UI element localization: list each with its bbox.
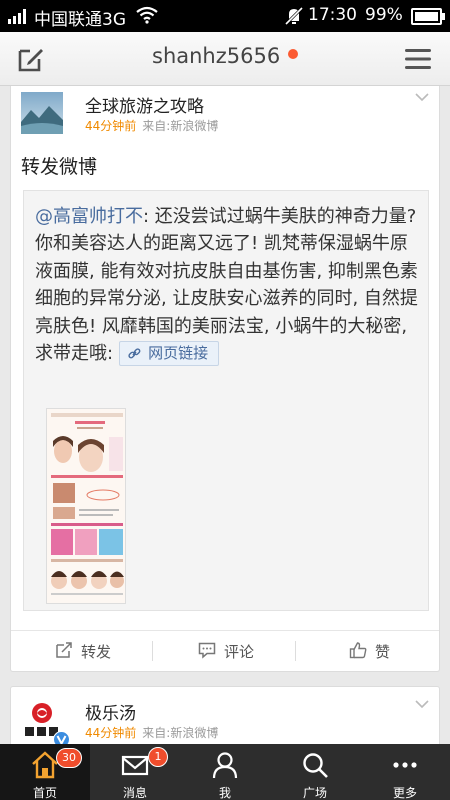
battery-icon	[411, 8, 445, 25]
comment-label: 评论	[224, 643, 255, 661]
repost-label: 转发	[81, 643, 112, 661]
author-name[interactable]: 全球旅游之攻略	[85, 92, 204, 117]
post-actions: 转发 评论 赞	[11, 630, 439, 671]
like-label: 赞	[375, 643, 391, 661]
post-meta: 44分钟前 来自:新浪微博	[85, 724, 218, 741]
account-switcher[interactable]: shanhz5656	[152, 44, 299, 68]
verified-badge-icon	[53, 731, 70, 744]
post-time: 44分钟前	[85, 726, 137, 740]
timeline-feed[interactable]: 全球旅游之攻略 44分钟前 来自:新浪微博 转发微博 @高富帅打不: 还没尝试过蜗…	[0, 86, 450, 744]
tab-messages[interactable]: 1 消息	[90, 744, 180, 800]
messages-badge: 1	[148, 747, 168, 767]
battery-fill	[415, 12, 438, 21]
thumbs-up-icon	[349, 642, 367, 659]
tab-home[interactable]: 30 首页	[0, 744, 90, 800]
tab-square-label: 广场	[302, 786, 327, 800]
post-source: 来自:新浪微博	[142, 726, 219, 740]
battery-percent: 99%	[365, 5, 403, 25]
username-title: shanhz5656	[152, 44, 281, 68]
mention-link[interactable]: @高富帅打不	[35, 206, 143, 227]
unread-dot	[288, 49, 299, 59]
post-text: 转发微博	[21, 156, 98, 178]
mute-icon	[284, 6, 304, 26]
weibo-card[interactable]: 全球旅游之攻略 44分钟前 来自:新浪微博 转发微博 @高富帅打不: 还没尝试过蜗…	[10, 86, 440, 672]
avatar[interactable]	[21, 92, 63, 134]
repost-button[interactable]: 转发	[11, 631, 153, 671]
repost-icon	[56, 642, 72, 658]
home-badge: 30	[56, 748, 82, 768]
tab-more-label: 更多	[392, 786, 417, 800]
more-icon	[393, 762, 417, 768]
tab-more[interactable]: 更多	[360, 744, 450, 800]
compose-icon[interactable]	[17, 45, 45, 73]
weibo-card[interactable]: 极乐汤 44分钟前 来自:新浪微博	[10, 686, 440, 744]
carrier-label: 中国联通3G	[34, 10, 126, 30]
retweet-text: @高富帅打不: 还没尝试过蜗牛美肤的神奇力量? 你和美容达人的距离又远了! 凯梵…	[35, 203, 423, 367]
mail-icon	[121, 755, 149, 776]
retweeted-post[interactable]: @高富帅打不: 还没尝试过蜗牛美肤的神奇力量? 你和美容达人的距离又远了! 凯梵…	[23, 190, 429, 611]
status-bar: 中国联通3G 17:30 99%	[0, 0, 450, 32]
post-time: 44分钟前	[85, 119, 137, 133]
author-name[interactable]: 极乐汤	[85, 699, 136, 724]
clock: 17:30	[308, 5, 357, 25]
title-bar: shanhz5656	[0, 32, 450, 86]
link-icon	[128, 348, 141, 359]
search-icon	[303, 753, 328, 778]
post-meta: 44分钟前 来自:新浪微博	[85, 117, 218, 134]
tab-me[interactable]: 我	[180, 744, 270, 800]
post-thumbnail[interactable]	[46, 408, 126, 604]
tab-home-label: 首页	[32, 786, 57, 800]
tab-me-label: 我	[218, 786, 231, 800]
thumbnail-image	[47, 409, 125, 603]
bottom-tab-bar: 30 首页 1 消息 我 广场 更多	[0, 744, 450, 800]
web-link-button[interactable]: 网页链接	[119, 341, 220, 367]
comment-icon	[198, 642, 216, 659]
post-source: 来自:新浪微博	[142, 119, 219, 133]
tab-messages-label: 消息	[122, 786, 147, 800]
menu-icon[interactable]	[404, 47, 432, 71]
profile-icon	[212, 752, 238, 779]
like-button[interactable]: 赞	[297, 631, 439, 671]
web-link-label: 网页链接	[148, 344, 209, 363]
retweet-body: : 还没尝试过蜗牛美肤的神奇力量? 你和美容达人的距离又远了! 凯梵蒂保湿蜗牛原…	[35, 206, 418, 365]
tab-square[interactable]: 广场	[270, 744, 360, 800]
wifi-icon	[136, 6, 158, 24]
chevron-down-icon[interactable]	[415, 92, 429, 102]
comment-button[interactable]: 评论	[154, 631, 296, 671]
signal-icon	[8, 9, 26, 24]
chevron-down-icon[interactable]	[415, 699, 429, 709]
